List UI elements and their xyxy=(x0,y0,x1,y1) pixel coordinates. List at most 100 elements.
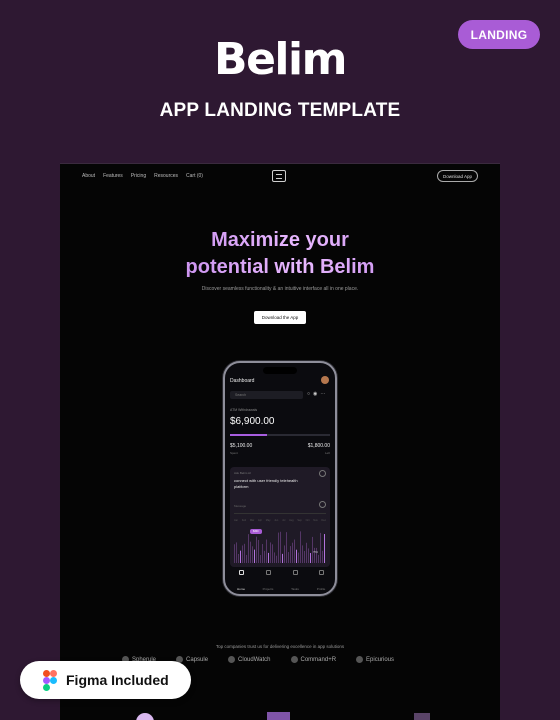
activity-bar xyxy=(320,532,321,563)
settings-icon[interactable]: ◉ xyxy=(313,391,317,397)
activity-bar xyxy=(276,555,277,563)
tasks-icon xyxy=(292,570,298,575)
feature-shape-square xyxy=(267,712,290,720)
activity-bar xyxy=(296,549,297,563)
cloudwatch-logo-icon xyxy=(228,656,236,663)
activity-bar xyxy=(294,539,295,563)
balance-progress-track xyxy=(230,434,330,436)
left-value: $1,800.00 xyxy=(307,443,330,449)
balance-label: ATM Withdrawals xyxy=(230,408,258,412)
activity-bar xyxy=(266,539,267,563)
epicurious-logo-icon xyxy=(356,656,364,663)
ai-prompt-label: Ask Belim AI xyxy=(234,471,251,475)
send-icon[interactable] xyxy=(319,501,326,508)
month-label: Dec xyxy=(321,519,326,522)
activity-bar xyxy=(254,549,255,563)
figma-included-label: Figma Included xyxy=(66,672,169,688)
tab-profile-label: Profile xyxy=(316,587,326,591)
activity-bar xyxy=(240,550,241,563)
partner-name: Epicurious xyxy=(366,656,395,663)
activity-bar xyxy=(322,550,323,563)
partner-name: Capsule xyxy=(186,656,209,663)
partner-name: Command+R xyxy=(300,656,337,663)
tab-profile[interactable]: Profile xyxy=(309,570,333,594)
hero-title-line-1: Maximize your xyxy=(211,229,349,251)
activity-bar xyxy=(308,548,309,563)
hero-title-line-2: potential with Belim xyxy=(185,256,375,278)
nav-link-features[interactable]: Features xyxy=(103,173,123,179)
home-icon xyxy=(238,570,244,575)
figma-icon xyxy=(43,669,57,691)
activity-bar xyxy=(244,543,245,563)
partner-logo-cloudwatch: CloudWatch xyxy=(228,656,271,663)
preview-nav: About Features Pricing Resources Cart (0… xyxy=(60,164,500,188)
tab-tasks-label: Tasks xyxy=(291,587,299,591)
activity-bar xyxy=(310,553,311,563)
ai-message-input[interactable]: Message xyxy=(234,504,246,508)
trusted-by-text: Top companies trust us for delivering ex… xyxy=(215,644,345,649)
activity-bar xyxy=(282,553,283,563)
nav-logo-icon[interactable] xyxy=(272,170,286,182)
month-label: Jun xyxy=(274,519,279,522)
activity-bar xyxy=(234,544,235,563)
figma-included-badge: Figma Included xyxy=(20,661,191,699)
activity-chart xyxy=(234,531,325,563)
spent-value: $5,100.00 xyxy=(230,443,253,449)
phone-search-input[interactable]: Search xyxy=(230,391,303,399)
activity-bar xyxy=(252,546,253,563)
phone-mockup: Dashboard Search ○ ◉ ⋯ ATM Withdrawals $… xyxy=(223,361,337,596)
hero-download-button[interactable]: Download the App xyxy=(254,311,306,324)
more-icon[interactable]: ⋯ xyxy=(320,391,325,397)
feature-shape-block xyxy=(414,713,430,720)
activity-bar xyxy=(284,545,285,563)
activity-bar xyxy=(306,542,307,563)
activity-bar xyxy=(302,545,303,563)
folder-icon xyxy=(265,570,271,575)
balance-progress-fill xyxy=(230,434,267,436)
search-placeholder: Search xyxy=(235,393,247,397)
brand-title: Belim xyxy=(214,34,347,85)
feature-shape-circle xyxy=(136,713,154,720)
chart-percent-tag: 75% xyxy=(313,551,319,554)
month-label: Jul xyxy=(282,519,286,522)
bell-icon[interactable]: ○ xyxy=(307,391,310,397)
tab-projects-label: Projects xyxy=(262,587,274,591)
month-label: Nov xyxy=(313,519,318,522)
activity-bar xyxy=(274,552,275,563)
activity-bar xyxy=(292,542,293,563)
ai-prompt-text: connect with user friendly telehealth pl… xyxy=(234,478,298,489)
download-app-button[interactable]: Download App xyxy=(437,170,478,182)
month-label: Mar xyxy=(249,519,255,522)
nav-link-about[interactable]: About xyxy=(82,173,95,179)
activity-bar xyxy=(250,541,251,563)
nav-link-cart[interactable]: Cart (0) xyxy=(186,173,203,179)
partner-logo-epicurious: Epicurious xyxy=(356,656,394,663)
nav-links: About Features Pricing Resources Cart (0… xyxy=(82,173,203,179)
user-icon xyxy=(318,570,324,575)
tab-home[interactable]: Home xyxy=(229,570,253,594)
activity-bar xyxy=(280,531,281,563)
card-divider xyxy=(234,513,326,514)
nav-link-pricing[interactable]: Pricing xyxy=(131,173,146,179)
balance-amount: $6,900.00 xyxy=(230,416,275,427)
ai-card: Ask Belim AI connect with user friendly … xyxy=(230,467,330,567)
activity-bar xyxy=(318,554,319,563)
activity-bar xyxy=(268,552,269,563)
tab-projects[interactable]: Projects xyxy=(256,570,280,594)
left-label: Left xyxy=(324,451,330,455)
nav-link-resources[interactable]: Resources xyxy=(154,173,178,179)
month-label: Apr xyxy=(258,519,262,522)
landing-preview: About Features Pricing Resources Cart (0… xyxy=(60,163,500,720)
close-icon[interactable] xyxy=(319,470,326,477)
chart-month-labels: Jan Feb Mar Apr May Jun Jul Aug Sep Oct Nov Dec xyxy=(234,519,326,522)
tab-tasks[interactable]: Tasks xyxy=(283,570,307,594)
activity-bar xyxy=(270,542,271,563)
activity-bar xyxy=(278,532,279,563)
phone-dashboard-title: Dashboard xyxy=(230,378,255,384)
template-subtitle: APP LANDING TEMPLATE xyxy=(159,100,401,121)
avatar[interactable] xyxy=(321,376,329,384)
hero-description: Discover seamless functionality & an int… xyxy=(201,286,359,292)
partner-logo-commandr: Command+R xyxy=(290,656,337,663)
activity-bar xyxy=(290,546,291,563)
activity-bar xyxy=(300,531,301,563)
